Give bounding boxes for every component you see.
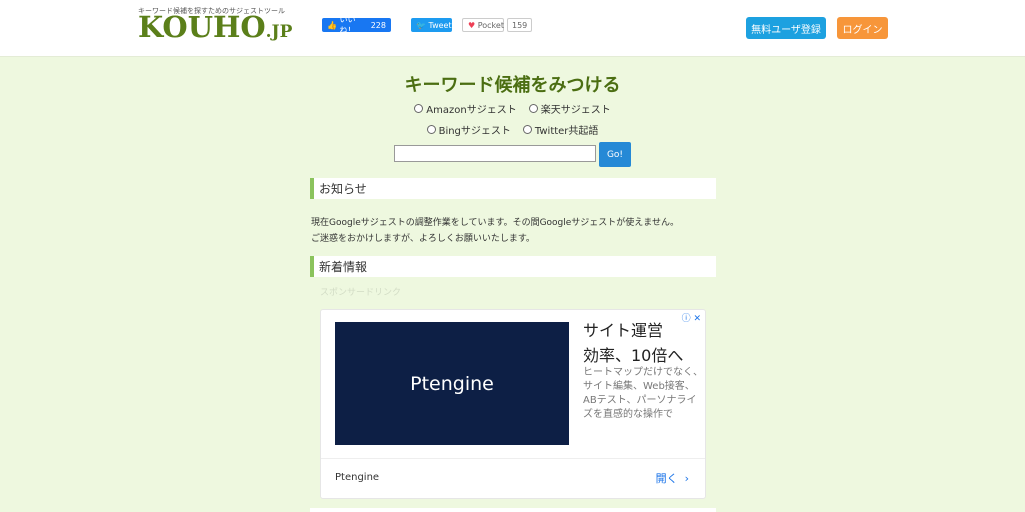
tweet-label: Tweet bbox=[428, 20, 452, 30]
radio-circle-icon[interactable] bbox=[414, 104, 424, 113]
twitter-bird-icon: 🐦 bbox=[416, 20, 426, 30]
ad-banner-image[interactable]: Ptengine bbox=[335, 322, 569, 445]
go-button[interactable]: Go! bbox=[599, 142, 631, 167]
sponsored-link-label: スポンサードリンク bbox=[320, 288, 402, 298]
radio-label: Bingサジェスト bbox=[438, 126, 511, 137]
pocket-count: 159 bbox=[507, 18, 533, 32]
ad-banner-logo: Ptengine bbox=[410, 372, 494, 395]
register-button[interactable]: 無料ユーザ登録 bbox=[746, 17, 826, 39]
fb-like-label: いいね！ bbox=[339, 15, 356, 35]
notice-heading: お知らせ bbox=[310, 178, 716, 199]
ad-open-label: 開く bbox=[655, 472, 678, 485]
news-heading: 新着情報 bbox=[310, 256, 716, 277]
tweet-button[interactable]: 🐦 Tweet bbox=[411, 18, 452, 32]
ad-body-text: ヒートマップだけでなく、サイト編集、Web接客、ABテスト、パーソナライズを直感… bbox=[583, 367, 703, 420]
pocket-button[interactable]: ♥ Pocket bbox=[462, 18, 504, 32]
radio-circle-icon[interactable] bbox=[522, 125, 532, 134]
ad-advertiser-name: Ptengine bbox=[335, 472, 380, 483]
next-section-edge bbox=[310, 508, 716, 512]
page-title: キーワード候補をみつける bbox=[404, 75, 621, 96]
radio-amazon[interactable]: Amazonサジェスト bbox=[414, 101, 517, 116]
ad-headline-line-2: 効率、10倍へ bbox=[583, 346, 684, 365]
ad-card[interactable]: ⓘ ✕ Ptengine サイト運営 効率、10倍へ ヒートマップだけでなく、サ… bbox=[320, 309, 706, 499]
logo-text: KOUHO bbox=[138, 10, 266, 44]
radio-circle-icon[interactable] bbox=[426, 125, 436, 134]
suggest-source-row-1: Amazonサジェスト 楽天サジェスト bbox=[0, 101, 1025, 116]
radio-label: Amazonサジェスト bbox=[426, 105, 517, 116]
pocket-label: Pocket bbox=[477, 20, 504, 30]
keyword-input[interactable] bbox=[394, 145, 596, 162]
notice-line-2: ご迷惑をおかけしますが、よろしくお願いいたします。 bbox=[311, 234, 535, 244]
notice-line-1: 現在Googleサジェストの調整作業をしています。その間Googleサジェストが… bbox=[311, 218, 680, 228]
radio-label: 楽天サジェスト bbox=[540, 105, 611, 116]
radio-twitter[interactable]: Twitter共起語 bbox=[522, 122, 599, 137]
notice-text: 現在Googleサジェストの調整作業をしています。その間Googleサジェストが… bbox=[311, 215, 731, 247]
thumbs-up-icon: 👍 bbox=[327, 20, 337, 30]
login-button[interactable]: ログイン bbox=[837, 17, 888, 39]
ad-divider bbox=[321, 458, 705, 459]
radio-circle-icon[interactable] bbox=[528, 104, 538, 113]
ad-headline-line-1: サイト運営 bbox=[583, 321, 664, 340]
chevron-right-icon: › bbox=[684, 472, 689, 485]
fb-like-count: 228 bbox=[370, 20, 386, 30]
facebook-like-button[interactable]: 👍 いいね！ 228 bbox=[322, 15, 391, 35]
site-logo[interactable]: KOUHO.JP bbox=[138, 12, 292, 47]
radio-label: Twitter共起語 bbox=[534, 126, 599, 137]
radio-rakuten[interactable]: 楽天サジェスト bbox=[528, 101, 611, 116]
suggest-source-row-2: Bingサジェスト Twitter共起語 bbox=[0, 122, 1025, 137]
logo-suffix: .JP bbox=[265, 22, 293, 42]
pocket-icon: ♥ bbox=[468, 20, 476, 30]
site-header: キーワード候補を探すためのサジェストツール KOUHO.JP 👍 いいね！ 228… bbox=[0, 0, 1025, 57]
ad-headline: サイト運営 効率、10倍へ bbox=[583, 318, 703, 368]
radio-bing[interactable]: Bingサジェスト bbox=[426, 122, 511, 137]
ad-open-link[interactable]: 開く › bbox=[656, 470, 689, 486]
